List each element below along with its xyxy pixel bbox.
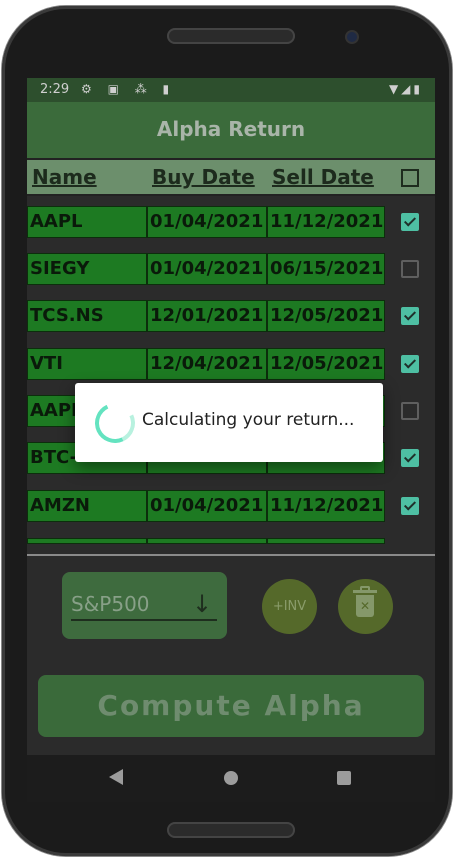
row-buy-date-cell[interactable]: 01/04/2021 (147, 253, 267, 285)
back-icon[interactable] (109, 769, 123, 785)
partial-cell (147, 538, 267, 544)
arrow-down-icon: ↓ (192, 590, 213, 618)
status-bar: 2:29 ⚙ ▣ ⁂ ▮ ▼◢▮ (27, 78, 435, 102)
table-row[interactable]: VTI 12/04/2021 12/05/2021 (27, 348, 435, 380)
row-checkbox[interactable] (401, 307, 419, 325)
partial-cell (27, 538, 147, 544)
row-name-cell[interactable]: SIEGY (27, 253, 147, 285)
recents-icon[interactable] (337, 771, 351, 785)
table-header: Name Buy Date Sell Date (27, 158, 435, 196)
status-system-icons: ▼◢▮ (388, 82, 423, 96)
row-name-cell[interactable]: VTI (27, 348, 147, 380)
header-buy-date: Buy Date (152, 165, 255, 189)
row-sell-date-cell[interactable]: 06/15/2021 (267, 253, 385, 285)
app-title: Alpha Return (156, 117, 306, 141)
header-sell-date: Sell Date (272, 165, 374, 189)
row-sell-date-cell[interactable]: 12/05/2021 (267, 300, 385, 332)
bottom-speaker (167, 822, 295, 838)
row-buy-date-cell[interactable]: 12/01/2021 (147, 300, 267, 332)
select-all-checkbox[interactable] (401, 169, 419, 187)
navigation-bar (27, 755, 435, 802)
trash-icon: ✕ (356, 595, 374, 617)
status-notification-icons: ⚙ ▣ ⁂ ▮ (81, 82, 176, 96)
table-row[interactable]: AAPL 01/04/2021 11/12/2021 (27, 206, 435, 238)
progress-message: Calculating your return... (142, 410, 355, 430)
row-name-cell[interactable]: AMZN (27, 490, 147, 522)
row-buy-date-cell[interactable]: 01/04/2021 (147, 206, 267, 238)
row-checkbox[interactable] (401, 260, 419, 278)
list-divider (27, 554, 435, 556)
row-buy-date-cell[interactable]: 12/04/2021 (147, 348, 267, 380)
header-name: Name (32, 165, 97, 189)
table-row[interactable]: AMZN 01/04/2021 11/12/2021 (27, 490, 435, 522)
compute-alpha-return-button[interactable]: Compute Alpha Return (38, 675, 424, 784)
benchmark-value: S&P500 (71, 592, 150, 616)
row-name-cell[interactable]: TCS.NS (27, 300, 147, 332)
add-investment-button[interactable]: +INV (262, 579, 317, 634)
front-camera (347, 32, 357, 42)
trash-lid (353, 590, 377, 593)
home-icon[interactable] (224, 771, 238, 785)
table-row-partial (27, 538, 435, 544)
dropdown-underline (71, 619, 217, 621)
row-buy-date-cell[interactable]: 01/04/2021 (147, 490, 267, 522)
row-checkbox[interactable] (401, 497, 419, 515)
row-checkbox[interactable] (401, 355, 419, 373)
earpiece-speaker (167, 28, 295, 44)
status-time: 2:29 (40, 82, 70, 97)
row-name-cell[interactable]: AAPL (27, 206, 147, 238)
row-checkbox[interactable] (401, 402, 419, 420)
delete-button[interactable]: ✕ (338, 579, 393, 634)
table-row[interactable]: SIEGY 01/04/2021 06/15/2021 (27, 253, 435, 285)
row-sell-date-cell[interactable]: 11/12/2021 (267, 490, 385, 522)
table-row[interactable]: TCS.NS 12/01/2021 12/05/2021 (27, 300, 435, 332)
row-checkbox[interactable] (401, 449, 419, 467)
row-sell-date-cell[interactable]: 12/05/2021 (267, 348, 385, 380)
row-checkbox[interactable] (401, 213, 419, 231)
partial-cell (267, 538, 385, 544)
benchmark-dropdown[interactable]: S&P500 ↓ (62, 572, 227, 639)
row-sell-date-cell[interactable]: 11/12/2021 (267, 206, 385, 238)
loading-spinner-icon (89, 397, 141, 449)
app-bar: Alpha Return (27, 102, 435, 158)
trash-x-mark: ✕ (359, 599, 371, 613)
progress-dialog: Calculating your return... (75, 383, 383, 462)
